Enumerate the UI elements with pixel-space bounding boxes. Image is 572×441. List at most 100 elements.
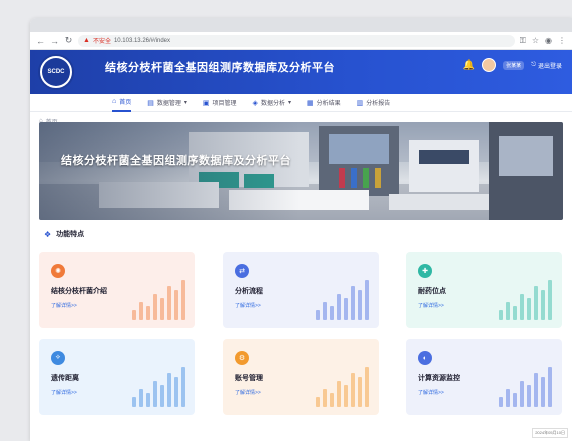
menu-dots-icon[interactable]: ⋮	[558, 36, 566, 46]
decorative-bar	[167, 286, 171, 320]
decorative-bar	[316, 397, 320, 407]
menu-label: 项目管理	[212, 101, 237, 107]
menu-item-data[interactable]: ▤ 数据管理 ▾	[147, 94, 187, 112]
decorative-bar	[160, 298, 164, 320]
star-icon[interactable]: ☆	[532, 36, 539, 46]
decorative-bar	[499, 397, 503, 407]
decorative-bar	[132, 310, 136, 320]
menu-item-results[interactable]: ▦ 分析结果	[307, 94, 341, 112]
decorative-bar	[520, 294, 524, 320]
avatar[interactable]	[482, 58, 497, 72]
decorative-bars	[499, 363, 552, 407]
decorative-bar	[323, 389, 327, 407]
decorative-bar	[160, 385, 164, 407]
account-circle-icon[interactable]: ◉	[545, 36, 552, 46]
feature-card[interactable]: ⇄ 分析流程了解详情>>	[223, 252, 379, 328]
feature-card[interactable]: ⟡ 遗传距离 了解详情>>	[39, 339, 195, 415]
result-icon: ▦	[306, 99, 314, 107]
decorative-bars	[132, 363, 185, 407]
feature-card-link[interactable]: 了解详情>>	[51, 389, 77, 396]
menu-label: 分析结果	[316, 101, 341, 107]
menu-item-report[interactable]: ▥ 分析报告	[357, 94, 391, 112]
decorative-bar	[132, 397, 136, 407]
menu-item-analysis[interactable]: ◈ 数据分析 ▾	[253, 94, 291, 112]
decorative-bar	[337, 294, 341, 320]
key-icon[interactable]: ⚿	[520, 36, 526, 46]
feature-card-title: 耐药位点	[418, 288, 446, 295]
decorative-bar	[534, 373, 538, 407]
decorative-bar	[181, 280, 185, 320]
hero-banner: 结核分枝杆菌全基因组测序数据库及分析平台	[39, 122, 563, 220]
menu-item-home[interactable]: ⌂ 首页	[112, 94, 132, 112]
decorative-bar	[506, 302, 510, 320]
decorative-bar	[365, 367, 369, 407]
security-label: 不安全	[92, 39, 111, 45]
menu-label: 数据管理	[156, 101, 181, 107]
feature-card[interactable]: ◐ 计算资源监控 了解详情>>	[406, 339, 562, 415]
feature-card-link[interactable]: 了解详情>>	[51, 302, 77, 309]
feature-card-link[interactable]: 了解详情>>	[235, 302, 261, 309]
feature-card[interactable]: ✺ 结核分枝杆菌介绍 了解详情>>	[39, 252, 195, 328]
menu-label: 首页	[119, 100, 132, 106]
decorative-bar	[541, 290, 545, 320]
warning-icon: ▲	[83, 37, 90, 44]
banner-title: 结核分枝杆菌全基因组测序数据库及分析平台	[61, 155, 291, 167]
feature-card-title: 遗传距离	[51, 375, 79, 382]
lab-illustration	[39, 122, 563, 220]
folder-icon: ▣	[202, 99, 210, 107]
decorative-bars	[316, 276, 369, 320]
decorative-bar	[499, 310, 503, 320]
decorative-bars	[499, 276, 552, 320]
decorative-bar	[351, 373, 355, 407]
forward-icon[interactable]: →	[50, 36, 59, 46]
decorative-bar	[330, 306, 334, 320]
feature-card-link[interactable]: 了解详情>>	[235, 389, 261, 396]
feature-card-link[interactable]: 了解详情>>	[418, 389, 444, 396]
feature-card-link[interactable]: 了解详情>>	[418, 302, 444, 309]
decorative-bar	[506, 389, 510, 407]
decorative-bar	[330, 393, 334, 407]
site-title: 结核分枝杆菌全基因组测序数据库及分析平台	[105, 62, 335, 74]
url-field[interactable]: ▲ 不安全 10.103.13.26/#/index	[78, 34, 515, 47]
decorative-bar	[146, 393, 150, 407]
feature-card[interactable]: ⚙ 账号管理了解详情>>	[223, 339, 379, 415]
decorative-bar	[351, 286, 355, 320]
logout-button[interactable]: ⎋ 退出登录	[531, 61, 562, 70]
browser-tab-strip	[30, 18, 572, 32]
analysis-icon: ◈	[252, 99, 258, 107]
url-text: 10.103.13.26/#/index	[113, 37, 171, 44]
logo[interactable]: SCDC	[38, 54, 74, 90]
main-menu: ⌂ 首页 ▤ 数据管理 ▾ ▣ 项目管理 ◈ 数据分析 ▾ ▦ 分析结果 ▥ 分…	[30, 94, 572, 112]
decorative-bar	[139, 302, 143, 320]
menu-item-project[interactable]: ▣ 项目管理	[203, 94, 237, 112]
decorative-bars	[316, 363, 369, 407]
decorative-bar	[358, 290, 362, 320]
chevron-down-icon: ▾	[183, 100, 187, 106]
drug-icon: ✚	[418, 264, 432, 278]
decorative-bar	[174, 290, 178, 320]
monitor-icon: ◐	[418, 351, 432, 365]
flow-icon: ⇄	[235, 264, 249, 278]
decorative-bar	[548, 280, 552, 320]
features-icon: ❖	[44, 229, 52, 239]
feature-card-title: 分析流程	[235, 288, 263, 295]
feature-card-title: 计算资源监控	[418, 375, 460, 382]
decorative-bar	[534, 286, 538, 320]
logout-label: 退出登录	[537, 63, 562, 70]
back-icon[interactable]: ←	[36, 36, 45, 46]
notification-icon[interactable]: 🔔	[463, 60, 475, 71]
user-name[interactable]: 张某某	[503, 60, 525, 70]
feature-card[interactable]: ✚ 耐药位点了解详情>>	[406, 252, 562, 328]
menu-label: 分析报告	[366, 101, 391, 107]
footer-date: 2024年05月10日	[532, 428, 568, 438]
account-icon: ⚙	[235, 351, 249, 365]
decorative-bar	[146, 306, 150, 320]
decorative-bar	[365, 280, 369, 320]
feature-card-title: 账号管理	[235, 375, 263, 382]
reload-icon[interactable]: ↻	[64, 35, 73, 46]
logout-icon: ⎋	[531, 61, 536, 68]
decorative-bar	[527, 298, 531, 320]
decorative-bar	[358, 377, 362, 407]
database-icon: ▤	[147, 99, 154, 107]
decorative-bar	[153, 381, 157, 407]
